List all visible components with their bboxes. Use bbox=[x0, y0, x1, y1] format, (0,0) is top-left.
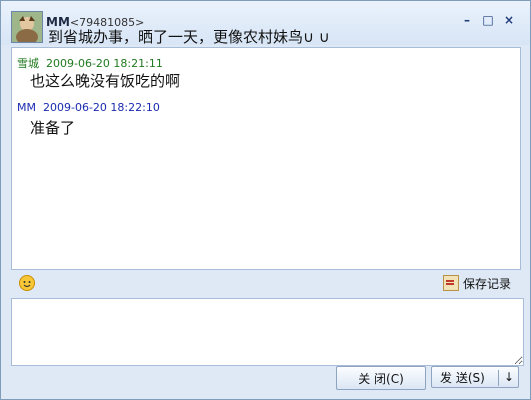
message-header: MM 2009-06-20 18:22:10 bbox=[17, 101, 160, 114]
save-record-button[interactable]: 保存记录 bbox=[442, 275, 511, 291]
minimize-button[interactable]: – bbox=[459, 12, 475, 28]
send-options-arrow-icon[interactable]: ↓ bbox=[501, 368, 517, 386]
close-button[interactable]: 关 闭(C) bbox=[336, 366, 426, 390]
smiley-face bbox=[23, 281, 31, 288]
message-sender: MM bbox=[17, 101, 36, 114]
message-sender: 雪城 bbox=[17, 57, 39, 70]
message-time: 2009-06-20 18:22:10 bbox=[42, 101, 160, 114]
save-record-label: 保存记录 bbox=[462, 276, 511, 291]
send-options-divider bbox=[498, 370, 499, 386]
message-text: 准备了 bbox=[30, 119, 76, 137]
save-record-icon bbox=[442, 275, 459, 291]
send-button-label: 发 送(S) bbox=[440, 370, 485, 385]
title-bar[interactable]: MM<79481085> 到省城办事，晒了一天，更像农村妹鸟∪ ∪ – □ × bbox=[1, 1, 530, 46]
avatar[interactable] bbox=[11, 11, 43, 43]
contact-signature: 到省城办事，晒了一天，更像农村妹鸟∪ ∪ bbox=[48, 28, 330, 46]
message-header: 雪城 2009-06-20 18:21:11 bbox=[17, 55, 163, 71]
chat-toolbar: 保存记录 bbox=[11, 270, 521, 296]
close-window-button[interactable]: × bbox=[501, 12, 517, 28]
message-history[interactable]: 雪城 2009-06-20 18:21:11 也这么晚没有饭吃的啊 MM 200… bbox=[11, 47, 521, 270]
message-input[interactable] bbox=[11, 298, 524, 366]
message-time: 2009-06-20 18:21:11 bbox=[46, 57, 163, 70]
smiley-icon[interactable] bbox=[19, 275, 35, 291]
chat-window: MM<79481085> 到省城办事，晒了一天，更像农村妹鸟∪ ∪ – □ × … bbox=[0, 0, 531, 400]
maximize-button[interactable]: □ bbox=[480, 12, 496, 28]
message-text: 也这么晚没有饭吃的啊 bbox=[30, 72, 181, 90]
avatar-image bbox=[12, 12, 42, 42]
